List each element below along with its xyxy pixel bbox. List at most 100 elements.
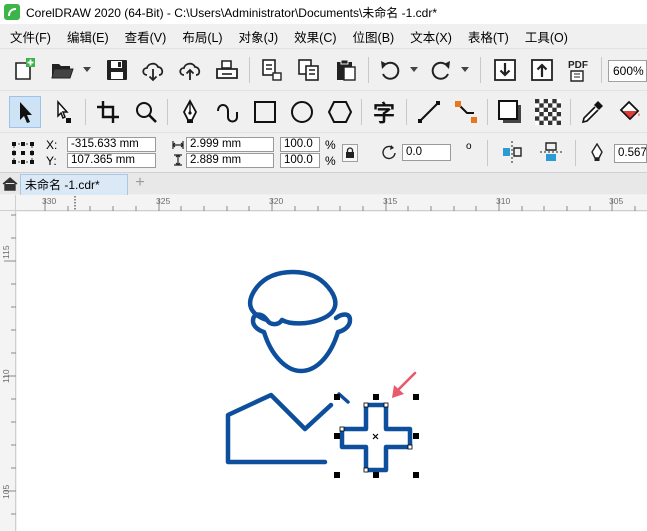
menu-table[interactable]: 表格(T) xyxy=(458,27,515,46)
scale-y-input[interactable]: 100.0 xyxy=(280,153,320,168)
paste-button[interactable] xyxy=(330,54,362,86)
pen-tool-button[interactable] xyxy=(174,96,206,128)
export-button[interactable] xyxy=(526,54,558,86)
node-marker[interactable] xyxy=(339,426,345,432)
open-folder-icon xyxy=(51,64,74,79)
redo-dropdown-icon[interactable] xyxy=(461,67,469,73)
drawing-canvas[interactable] xyxy=(17,212,647,531)
pointer-arrow-icon xyxy=(392,371,417,398)
menu-text[interactable]: 文本(X) xyxy=(400,27,458,46)
user-add-artwork[interactable] xyxy=(225,269,413,473)
handle-bottom-left[interactable] xyxy=(334,472,340,478)
y-label: Y: xyxy=(46,154,57,168)
scale-x-input[interactable]: 100.0 xyxy=(280,137,320,152)
node-marker[interactable] xyxy=(407,444,413,450)
menu-layout[interactable]: 布局(L) xyxy=(172,27,228,46)
menu-edit[interactable]: 编辑(E) xyxy=(57,27,115,46)
print-button[interactable] xyxy=(211,54,243,86)
export-icon xyxy=(531,59,553,81)
undo-icon xyxy=(381,61,400,80)
new-document-icon xyxy=(15,58,35,80)
ruler-label: 320 xyxy=(269,196,284,206)
ellipse-tool-button[interactable] xyxy=(286,96,318,128)
cloud-upload-button[interactable] xyxy=(174,54,206,86)
toolbar-separator xyxy=(570,99,571,125)
save-button[interactable] xyxy=(101,54,133,86)
zoom-tool-icon xyxy=(136,102,157,123)
home-icon[interactable] xyxy=(2,176,18,192)
eyedropper-tool-button[interactable] xyxy=(576,96,608,128)
redo-button[interactable] xyxy=(425,54,457,86)
node-marker[interactable] xyxy=(383,402,389,408)
pick-tool-button[interactable] xyxy=(9,96,41,128)
undo-button[interactable] xyxy=(374,54,406,86)
crop-tool-button[interactable] xyxy=(92,96,124,128)
transparency-tool-button[interactable] xyxy=(532,96,564,128)
rectangle-tool-button[interactable] xyxy=(249,96,281,128)
new-tab-plus-icon[interactable]: + xyxy=(132,175,148,192)
open-button[interactable] xyxy=(46,54,78,86)
new-document-button[interactable] xyxy=(8,54,40,86)
connector-tool-button[interactable] xyxy=(450,96,482,128)
object-origin-icon[interactable] xyxy=(10,140,36,166)
horizontal-ruler[interactable]: 330 325 320 315 310 305 xyxy=(16,195,647,211)
lock-ratio-button[interactable] xyxy=(342,144,358,162)
undo-dropdown-icon[interactable] xyxy=(410,67,418,73)
menu-effects[interactable]: 效果(C) xyxy=(284,27,342,46)
outline-width-input[interactable]: 0.567 xyxy=(614,144,647,163)
handle-middle-right[interactable] xyxy=(413,433,419,439)
handle-middle-left[interactable] xyxy=(334,433,340,439)
vertical-ruler[interactable]: 115 110 105 xyxy=(0,211,16,531)
freehand-tool-button[interactable] xyxy=(212,96,244,128)
line-tool-button[interactable] xyxy=(413,96,445,128)
rotation-angle-input[interactable]: 0.0 xyxy=(402,144,451,161)
rotation-icon xyxy=(382,145,396,160)
toolbar-separator xyxy=(368,57,369,83)
menu-bitmaps[interactable]: 位图(B) xyxy=(343,27,401,46)
person-shoulder-tip[interactable] xyxy=(337,392,350,404)
cloud-upload-icon xyxy=(179,62,201,80)
menu-tools[interactable]: 工具(O) xyxy=(515,27,574,46)
node-marker[interactable] xyxy=(363,402,369,408)
y-position-input[interactable]: 107.365 mm xyxy=(67,153,156,168)
zoom-level-input[interactable]: 600% xyxy=(608,60,647,82)
handle-bottom-right[interactable] xyxy=(413,472,419,478)
freehand-tool-icon xyxy=(217,104,238,123)
node-marker[interactable] xyxy=(363,467,369,473)
menu-object[interactable]: 对象(J) xyxy=(229,27,285,46)
document-tab-bar: 未命名 -1.cdr* + xyxy=(0,172,647,195)
handle-bottom-center[interactable] xyxy=(373,472,379,478)
eyedropper-icon xyxy=(581,101,603,124)
width-input[interactable]: 2.999 mm xyxy=(186,137,274,152)
mirror-horizontal-button[interactable] xyxy=(497,137,527,167)
import-button[interactable] xyxy=(489,54,521,86)
horizontal-ruler-ticks xyxy=(44,196,636,211)
drop-shadow-tool-button[interactable] xyxy=(494,96,526,128)
handle-top-right[interactable] xyxy=(413,394,419,400)
open-dropdown-icon[interactable] xyxy=(83,67,91,73)
menu-file[interactable]: 文件(F) xyxy=(0,27,57,46)
line-tool-icon xyxy=(418,101,440,123)
polygon-tool-button[interactable] xyxy=(324,96,356,128)
cloud-download-button[interactable] xyxy=(137,54,169,86)
copy-properties-button[interactable] xyxy=(256,54,288,86)
x-position-input[interactable]: -315.633 mm xyxy=(67,137,156,152)
paste-icon xyxy=(337,59,356,81)
toolbar-separator xyxy=(167,99,168,125)
publish-pdf-button[interactable]: PDF xyxy=(564,54,596,86)
handle-top-left[interactable] xyxy=(334,394,340,400)
shape-tool-button[interactable] xyxy=(48,96,80,128)
height-input[interactable]: 2.889 mm xyxy=(186,153,274,168)
zoom-tool-button[interactable] xyxy=(130,96,162,128)
toolbar-separator xyxy=(480,57,481,83)
ruler-corner[interactable] xyxy=(0,195,16,211)
document-tab[interactable]: 未命名 -1.cdr* xyxy=(20,174,128,195)
mirror-vertical-button[interactable] xyxy=(536,137,566,167)
interactive-fill-tool-button[interactable] xyxy=(614,96,646,128)
person-shoulder-outline[interactable] xyxy=(225,392,334,465)
copy-button[interactable] xyxy=(293,54,325,86)
menu-view[interactable]: 查看(V) xyxy=(115,27,173,46)
pick-tool-icon xyxy=(20,102,32,123)
text-tool-button[interactable]: 字 xyxy=(368,96,400,128)
handle-top-center[interactable] xyxy=(373,394,379,400)
